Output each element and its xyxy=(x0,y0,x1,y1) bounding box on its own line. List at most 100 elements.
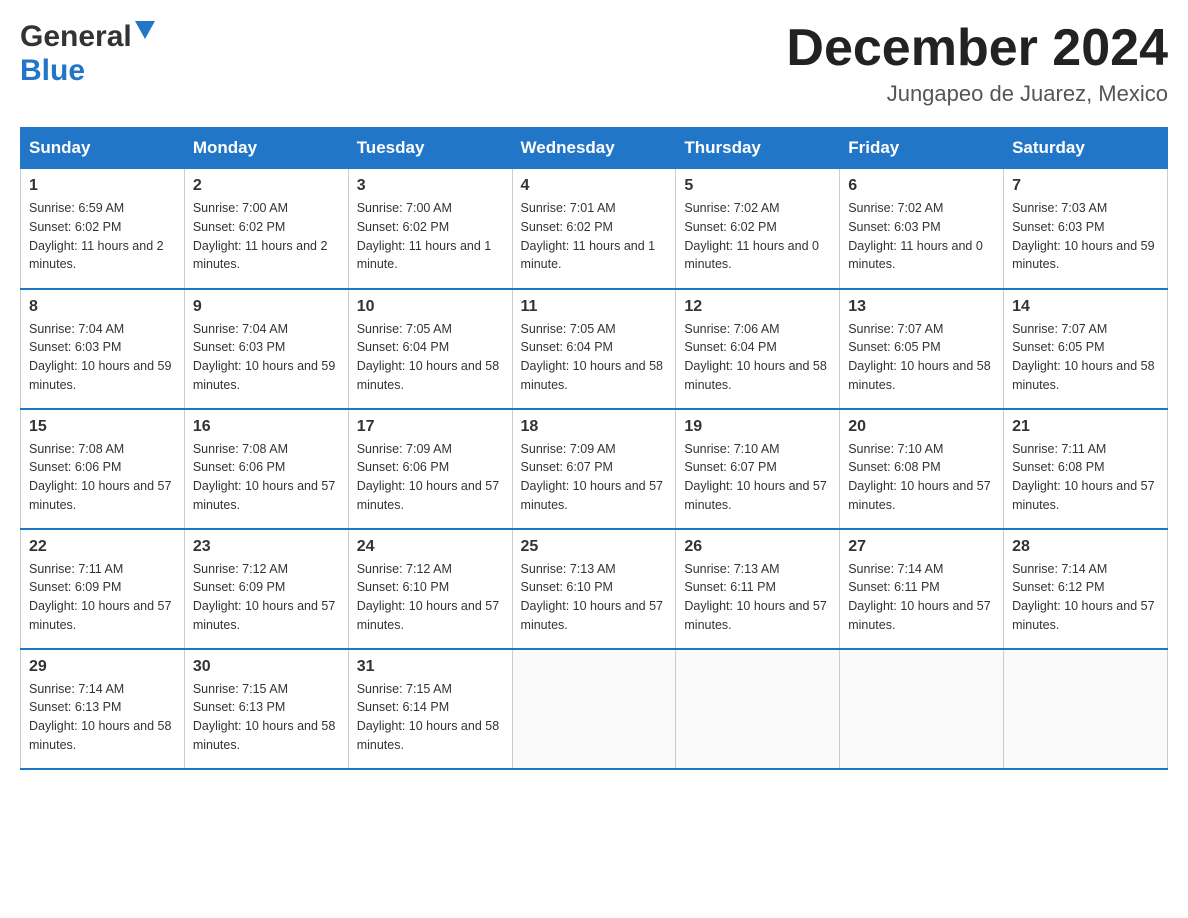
sunset-label: Sunset: 6:13 PM xyxy=(29,700,121,714)
calendar-week-row: 15Sunrise: 7:08 AMSunset: 6:06 PMDayligh… xyxy=(21,409,1168,529)
day-number: 20 xyxy=(848,418,995,436)
day-number: 8 xyxy=(29,298,176,316)
day-number: 10 xyxy=(357,298,504,316)
day-number: 11 xyxy=(521,298,668,316)
sunset-label: Sunset: 6:10 PM xyxy=(521,580,613,594)
calendar-day-cell: 25 Sunrise: 7:13 AMSunset: 6:10 PMDayligh… xyxy=(512,529,676,649)
sunrise-label: Sunrise: 7:09 AM xyxy=(521,442,616,456)
sunrise-label: Sunrise: 7:12 AM xyxy=(357,562,452,576)
sunrise-label: Sunrise: 7:14 AM xyxy=(848,562,943,576)
daylight-label: Daylight: 10 hours and 59 minutes. xyxy=(29,359,171,392)
day-info: Sunrise: 7:10 AMSunset: 6:07 PMDaylight:… xyxy=(684,440,831,515)
day-info: Sunrise: 7:13 AMSunset: 6:11 PMDaylight:… xyxy=(684,560,831,635)
calendar-day-cell: 21Sunrise: 7:11 AMSunset: 6:08 PMDayligh… xyxy=(1004,409,1168,529)
sunrise-label: Sunrise: 7:08 AM xyxy=(193,442,288,456)
day-info: Sunrise: 7:07 AMSunset: 6:05 PMDaylight:… xyxy=(1012,320,1159,395)
day-number: 26 xyxy=(684,538,831,556)
sunset-label: Sunset: 6:06 PM xyxy=(193,460,285,474)
day-info: Sunrise: 7:15 AMSunset: 6:14 PMDaylight:… xyxy=(357,680,504,755)
daylight-label: Daylight: 10 hours and 58 minutes. xyxy=(521,359,663,392)
day-number: 7 xyxy=(1012,177,1159,195)
daylight-label: Daylight: 10 hours and 57 minutes. xyxy=(521,599,663,632)
sunrise-label: Sunrise: 7:15 AM xyxy=(357,682,452,696)
day-info: Sunrise: 7:04 AMSunset: 6:03 PMDaylight:… xyxy=(29,320,176,395)
day-number: 6 xyxy=(848,177,995,195)
sunrise-label: Sunrise: 7:00 AM xyxy=(193,201,288,215)
day-info: Sunrise: 7:13 AMSunset: 6:10 PMDaylight:… xyxy=(521,560,668,635)
sunset-label: Sunset: 6:03 PM xyxy=(1012,220,1104,234)
calendar-day-cell: 7Sunrise: 7:03 AMSunset: 6:03 PMDaylight… xyxy=(1004,169,1168,289)
sunrise-label: Sunrise: 7:08 AM xyxy=(29,442,124,456)
day-info: Sunrise: 7:04 AMSunset: 6:03 PMDaylight:… xyxy=(193,320,340,395)
daylight-label: Daylight: 10 hours and 57 minutes. xyxy=(193,479,335,512)
day-info: Sunrise: 7:05 AMSunset: 6:04 PMDaylight:… xyxy=(357,320,504,395)
sunset-label: Sunset: 6:08 PM xyxy=(1012,460,1104,474)
logo-top-row: General xyxy=(20,20,155,54)
sunset-label: Sunset: 6:08 PM xyxy=(848,460,940,474)
day-number: 25 xyxy=(521,538,668,556)
calendar-day-cell: 15Sunrise: 7:08 AMSunset: 6:06 PMDayligh… xyxy=(21,409,185,529)
sunset-label: Sunset: 6:02 PM xyxy=(521,220,613,234)
day-number: 19 xyxy=(684,418,831,436)
day-info: Sunrise: 7:12 AMSunset: 6:10 PMDaylight:… xyxy=(357,560,504,635)
calendar-day-cell: 31 Sunrise: 7:15 AMSunset: 6:14 PMDayligh… xyxy=(348,649,512,769)
calendar-day-cell: 8 Sunrise: 7:04 AMSunset: 6:03 PMDaylight… xyxy=(21,289,185,409)
sunset-label: Sunset: 6:09 PM xyxy=(29,580,121,594)
calendar-day-cell: 17 Sunrise: 7:09 AM Sunset: 6:06 PM Dayligh… xyxy=(348,409,512,529)
day-number: 14 xyxy=(1012,298,1159,316)
daylight-label: Daylight: 10 hours and 57 minutes. xyxy=(357,479,499,512)
sunrise-label: Sunrise: 7:11 AM xyxy=(29,562,123,576)
daylight-label: Daylight: 10 hours and 58 minutes. xyxy=(684,359,826,392)
sunset-label: Sunset: 6:06 PM xyxy=(357,460,449,474)
day-number: 12 xyxy=(684,298,831,316)
calendar-day-cell: 16Sunrise: 7:08 AMSunset: 6:06 PMDayligh… xyxy=(184,409,348,529)
day-info: Sunrise: 7:14 AMSunset: 6:13 PMDaylight:… xyxy=(29,680,176,755)
day-number: 31 xyxy=(357,658,504,676)
day-info: Sunrise: 6:59 AMSunset: 6:02 PMDaylight:… xyxy=(29,199,176,274)
daylight-label: Daylight: 10 hours and 57 minutes. xyxy=(1012,599,1154,632)
day-info: Sunrise: 7:06 AMSunset: 6:04 PMDaylight:… xyxy=(684,320,831,395)
sunset-label: Sunset: 6:03 PM xyxy=(848,220,940,234)
sunrise-label: Sunrise: 7:04 AM xyxy=(29,322,124,336)
day-number: 1 xyxy=(29,177,176,195)
daylight-label: Daylight: 11 hours and 1 minute. xyxy=(357,239,492,272)
location-subtitle: Jungapeo de Juarez, Mexico xyxy=(786,81,1168,107)
daylight-label: Daylight: 11 hours and 2 minutes. xyxy=(193,239,328,272)
calendar-header-row: SundayMondayTuesdayWednesdayThursdayFrid… xyxy=(21,128,1168,169)
day-number: 28 xyxy=(1012,538,1159,556)
day-number: 5 xyxy=(684,177,831,195)
daylight-label: Daylight: 11 hours and 0 minutes. xyxy=(848,239,983,272)
daylight-label: Daylight: 10 hours and 57 minutes. xyxy=(1012,479,1154,512)
day-info: Sunrise: 7:08 AM Sunset: 6:06 PM Daylight:… xyxy=(193,440,340,515)
weekday-header-sunday: Sunday xyxy=(21,128,185,169)
day-info: Sunrise: 7:11 AMSunset: 6:08 PMDaylight:… xyxy=(1012,440,1159,515)
day-info: Sunrise: 7:01 AMSunset: 6:02 PMDaylight:… xyxy=(521,199,668,274)
calendar-day-cell: 27Sunrise: 7:14 AMSunset: 6:11 PMDayligh… xyxy=(840,529,1004,649)
daylight-label: Daylight: 10 hours and 57 minutes. xyxy=(29,599,171,632)
day-number: 13 xyxy=(848,298,995,316)
day-number: 18 xyxy=(521,418,668,436)
daylight-label: Daylight: 10 hours and 59 minutes. xyxy=(1012,239,1154,272)
sunrise-label: Sunrise: 7:00 AM xyxy=(357,201,452,215)
calendar-day-cell: 11 Sunrise: 7:05 AMSunset: 6:04 PMDayligh… xyxy=(512,289,676,409)
day-number: 30 xyxy=(193,658,340,676)
day-info: Sunrise: 7:12 AMSunset: 6:09 PMDaylight:… xyxy=(193,560,340,635)
logo: General Blue xyxy=(20,20,155,88)
calendar-week-row: 29Sunrise: 7:14 AMSunset: 6:13 PMDayligh… xyxy=(21,649,1168,769)
calendar-day-cell: 6Sunrise: 7:02 AMSunset: 6:03 PMDaylight… xyxy=(840,169,1004,289)
day-number: 27 xyxy=(848,538,995,556)
sunrise-label: Sunrise: 7:09 AM xyxy=(357,442,452,456)
day-info: Sunrise: 7:05 AMSunset: 6:04 PMDaylight:… xyxy=(521,320,668,395)
calendar-day-cell xyxy=(676,649,840,769)
sunset-label: Sunset: 6:04 PM xyxy=(357,340,449,354)
calendar-day-cell xyxy=(1004,649,1168,769)
sunset-label: Sunset: 6:05 PM xyxy=(1012,340,1104,354)
month-title: December 2024 xyxy=(786,20,1168,77)
sunset-label: Sunset: 6:02 PM xyxy=(357,220,449,234)
sunset-label: Sunset: 6:10 PM xyxy=(357,580,449,594)
day-number: 17 xyxy=(357,418,504,436)
calendar-day-cell: 18Sunrise: 7:09 AMSunset: 6:07 PMDayligh… xyxy=(512,409,676,529)
calendar-day-cell: 30Sunrise: 7:15 AMSunset: 6:13 PMDayligh… xyxy=(184,649,348,769)
sunrise-label: Sunrise: 7:14 AM xyxy=(29,682,124,696)
sunrise-label: Sunrise: 7:12 AM xyxy=(193,562,288,576)
